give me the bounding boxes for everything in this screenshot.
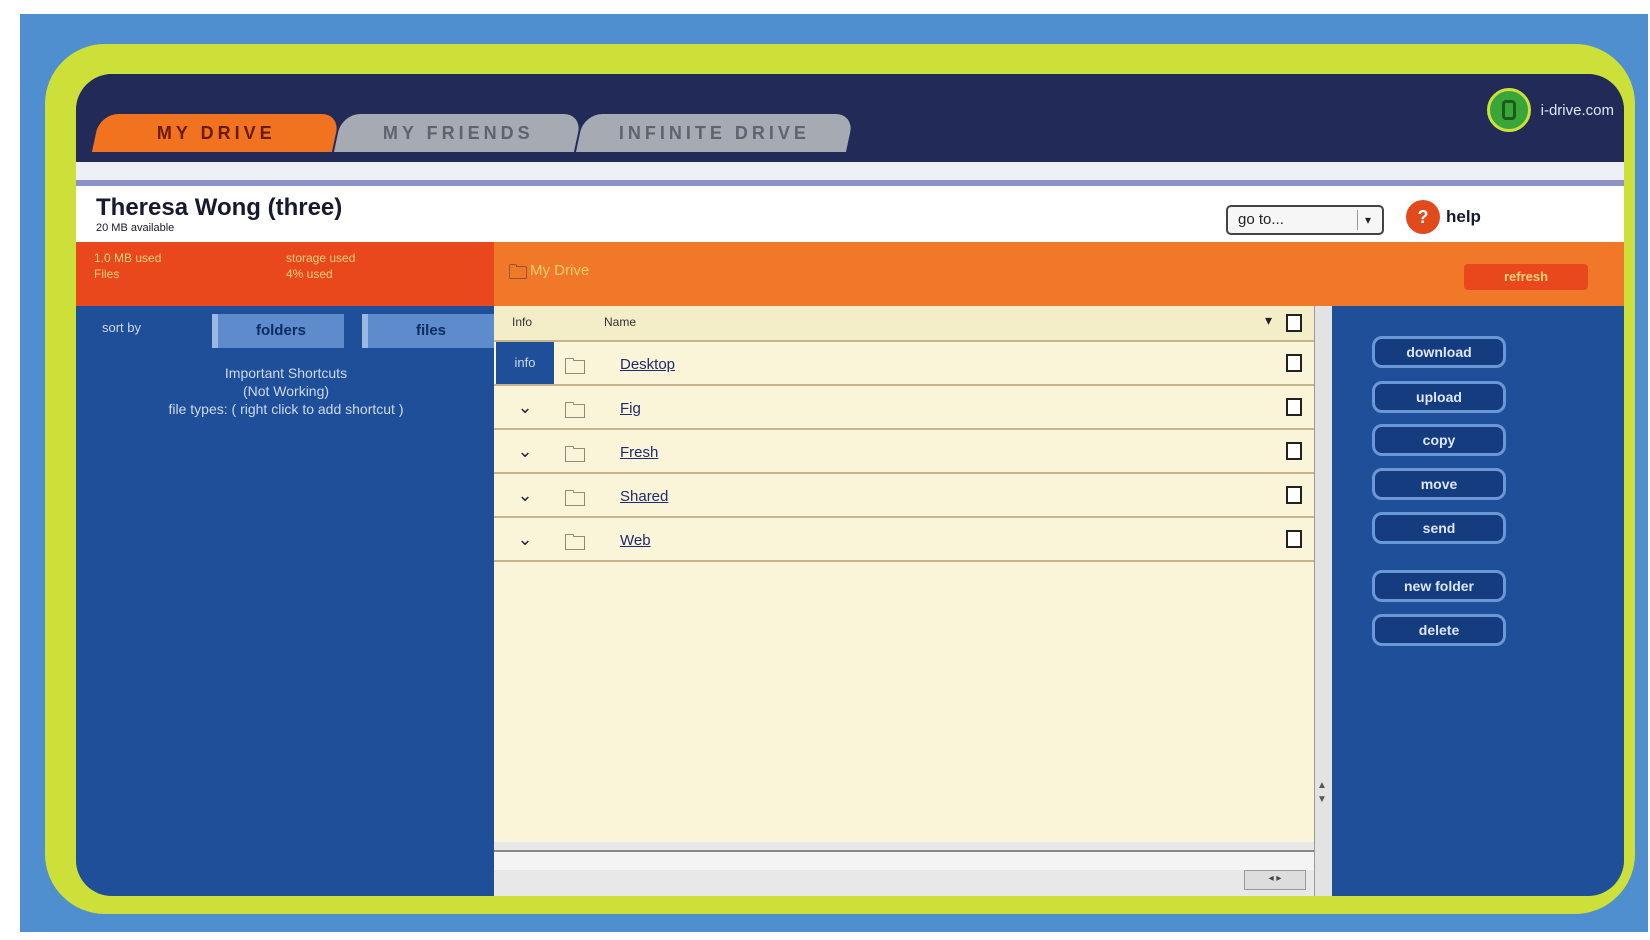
- shortcuts-hint: file types: ( right click to add shortcu…: [168, 401, 404, 417]
- column-info[interactable]: Info: [512, 315, 532, 329]
- help-label: help: [1446, 207, 1481, 226]
- user-name: Theresa Wong (three): [96, 194, 343, 221]
- help-link[interactable]: ? help: [1406, 200, 1481, 234]
- copy-button[interactable]: copy: [1372, 424, 1506, 456]
- column-name[interactable]: Name: [604, 315, 636, 329]
- current-path: My Drive: [530, 262, 590, 279]
- folder-icon: 🗀: [508, 262, 528, 284]
- vertical-scrollbar[interactable]: ▲ ▼: [1314, 306, 1332, 896]
- brand[interactable]: i-drive.com: [1486, 86, 1614, 134]
- tab-my-drive[interactable]: MY DRIVE: [91, 114, 341, 152]
- stat-files: 1.0 MB used Files: [94, 251, 162, 281]
- storage-stats-band: 1.0 MB used Files storage used 4% used: [76, 242, 494, 306]
- user-storage-subtitle: 20 MB available: [96, 222, 175, 234]
- goto-value: go to...: [1238, 211, 1284, 228]
- tab-infinite-drive[interactable]: INFINITE DRIVE: [575, 114, 855, 152]
- file-list: Info Name ▾ info 🗀 Desktop ⌄ 🗀 Fig ⌄ 🗀 F…: [494, 306, 1314, 842]
- row-checkbox[interactable]: [1286, 398, 1302, 416]
- user-header: Theresa Wong (three) 20 MB available go …: [76, 186, 1624, 242]
- stat-storage: storage used 4% used: [286, 251, 356, 281]
- row-checkbox[interactable]: [1286, 486, 1302, 504]
- refresh-button[interactable]: refresh: [1464, 264, 1588, 290]
- delete-button[interactable]: delete: [1372, 614, 1506, 646]
- actions-panel: download upload copy move send new folde…: [1332, 306, 1624, 896]
- row-info-button[interactable]: ⌄: [496, 518, 554, 560]
- brand-label: i-drive.com: [1540, 101, 1614, 119]
- folder-icon: 🗀: [564, 354, 587, 379]
- row-info-button[interactable]: ⌄: [496, 474, 554, 516]
- row-info-button[interactable]: info: [496, 342, 554, 384]
- new-folder-button[interactable]: new folder: [1372, 570, 1506, 602]
- path-band: 🗀 My Drive refresh: [494, 242, 1624, 306]
- row-checkbox[interactable]: [1286, 442, 1302, 460]
- folder-icon: 🗀: [564, 530, 587, 555]
- download-button[interactable]: download: [1372, 336, 1506, 368]
- shortcuts-note: (Not Working): [242, 383, 330, 399]
- chevron-down-icon: ▾: [1357, 210, 1378, 230]
- row-name-link[interactable]: Desktop: [620, 356, 675, 373]
- help-icon: ?: [1406, 200, 1440, 234]
- send-button[interactable]: send: [1372, 512, 1506, 544]
- row-name-link[interactable]: Fresh: [620, 444, 658, 461]
- horizontal-scrollbar[interactable]: ◂ ▸: [494, 842, 1314, 896]
- folder-icon: 🗀: [564, 398, 587, 423]
- shortcuts-panel: Important Shortcuts (Not Working) file t…: [86, 364, 486, 418]
- folder-icon: 🗀: [564, 442, 587, 467]
- drive-logo-icon: [1486, 88, 1531, 132]
- top-navigation-bar: MY DRIVE MY FRIENDS INFINITE DRIVE i-dri…: [76, 74, 1624, 162]
- file-row[interactable]: ⌄ 🗀 Web: [494, 518, 1314, 562]
- file-row[interactable]: ⌄ 🗀 Fig: [494, 386, 1314, 430]
- row-checkbox[interactable]: [1286, 530, 1302, 548]
- file-list-header: Info Name ▾: [494, 306, 1314, 342]
- file-row[interactable]: info 🗀 Desktop: [494, 342, 1314, 386]
- file-row[interactable]: ⌄ 🗀 Fresh: [494, 430, 1314, 474]
- app-window: MY DRIVE MY FRIENDS INFINITE DRIVE i-dri…: [76, 74, 1624, 896]
- sort-label: sort by: [102, 320, 142, 335]
- shortcuts-title: Important Shortcuts: [224, 365, 348, 381]
- sort-files-button[interactable]: files: [362, 314, 494, 348]
- row-checkbox[interactable]: [1286, 354, 1302, 372]
- move-button[interactable]: move: [1372, 468, 1506, 500]
- folder-icon: 🗀: [564, 486, 587, 511]
- scroll-up-icon[interactable]: ▲: [1317, 780, 1327, 791]
- row-name-link[interactable]: Fig: [620, 400, 641, 417]
- sort-folders-button[interactable]: folders: [212, 314, 344, 348]
- scroll-arrows-icon[interactable]: ◂ ▸: [1244, 870, 1306, 890]
- left-sidebar: sort by folders files Important Shortcut…: [76, 306, 494, 896]
- row-info-button[interactable]: ⌄: [496, 386, 554, 428]
- screenshot-stage: MY DRIVE MY FRIENDS INFINITE DRIVE i-dri…: [0, 0, 1650, 940]
- select-all-checkbox[interactable]: [1286, 314, 1302, 332]
- upload-button[interactable]: upload: [1372, 381, 1506, 413]
- scroll-track[interactable]: [494, 850, 1314, 870]
- scroll-down-icon[interactable]: ▼: [1317, 794, 1327, 805]
- divider-strip: [76, 162, 1624, 180]
- row-name-link[interactable]: Shared: [620, 488, 668, 505]
- row-info-button[interactable]: ⌄: [496, 430, 554, 472]
- row-name-link[interactable]: Web: [620, 532, 651, 549]
- sort-arrow-icon[interactable]: ▾: [1265, 312, 1272, 329]
- file-row[interactable]: ⌄ 🗀 Shared: [494, 474, 1314, 518]
- goto-select[interactable]: go to... ▾: [1226, 205, 1384, 235]
- tab-my-friends[interactable]: MY FRIENDS: [333, 114, 583, 152]
